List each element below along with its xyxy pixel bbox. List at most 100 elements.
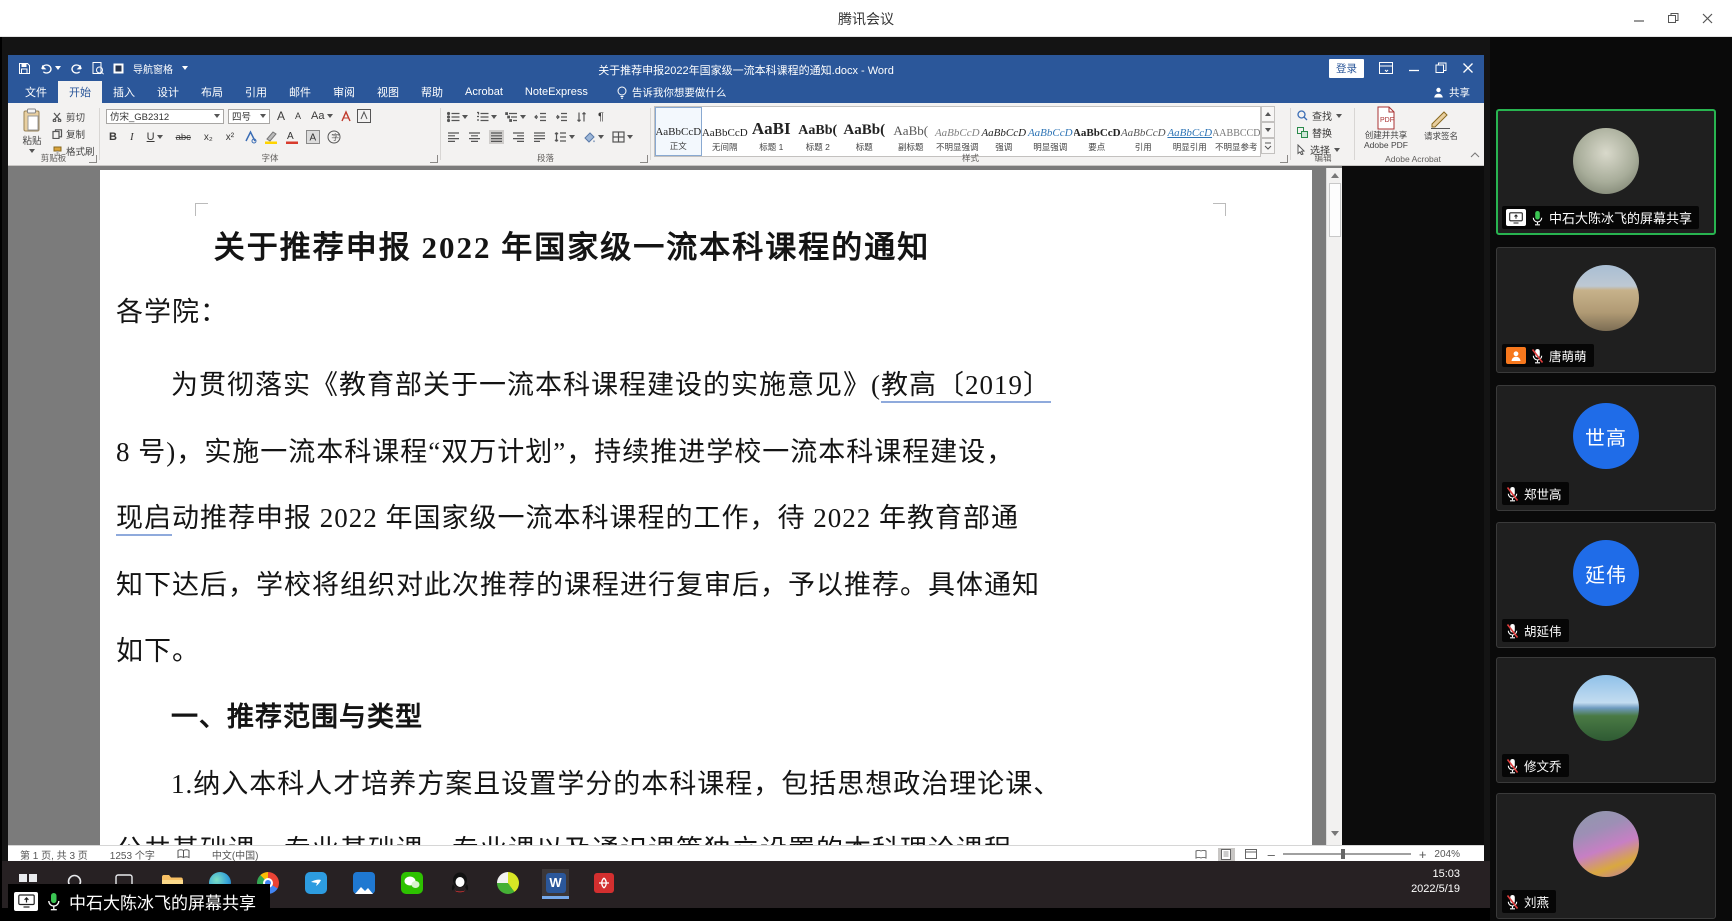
participant-tile[interactable]: 世高 郑世高 — [1496, 385, 1716, 511]
text-effects-icon[interactable] — [244, 130, 257, 144]
distribute-icon[interactable] — [533, 131, 546, 143]
zoom-slider-thumb[interactable] — [1340, 849, 1345, 859]
zoom-out-icon[interactable]: – — [1268, 847, 1275, 862]
create-pdf-button[interactable]: PDF 创建并共享 Adobe PDF — [1358, 106, 1414, 150]
wechat-icon[interactable] — [398, 869, 425, 896]
phonetic-guide-icon[interactable] — [340, 109, 353, 123]
tab-view[interactable]: 视图 — [366, 81, 410, 103]
page-indicator[interactable]: 第 1 页, 共 3 页 — [20, 847, 88, 862]
change-case-button[interactable]: Aa — [308, 108, 335, 124]
tab-layout[interactable]: 布局 — [190, 81, 234, 103]
italic-button[interactable]: I — [127, 129, 137, 145]
style-quote[interactable]: AaBbCcD 引用 — [1120, 107, 1167, 156]
ribbon-display-options-icon[interactable] — [1379, 62, 1393, 74]
borders-icon[interactable] — [612, 131, 633, 143]
style-title[interactable]: AaBb(标题 — [841, 107, 888, 156]
style-intense-quote[interactable]: AaBbCcD 明显引用 — [1167, 107, 1214, 156]
zoom-level[interactable]: 204% — [1434, 849, 1460, 860]
share-button[interactable]: 共享 — [1433, 81, 1484, 103]
tab-references[interactable]: 引用 — [234, 81, 278, 103]
word-restore-icon[interactable] — [1435, 62, 1447, 74]
proofing-icon[interactable] — [177, 849, 190, 859]
participant-tile[interactable]: 修文乔 — [1496, 657, 1716, 783]
tab-file[interactable]: 文件 — [14, 81, 58, 103]
style-strong[interactable]: AaBbCcD 要点 — [1074, 107, 1121, 156]
qat-customize-icon[interactable] — [182, 66, 188, 70]
web-layout-icon[interactable] — [1243, 848, 1260, 861]
language-indicator[interactable]: 中文(中国) — [212, 847, 259, 862]
minimize-icon[interactable] — [1622, 0, 1656, 36]
print-layout-icon[interactable] — [1217, 847, 1235, 861]
paragraph-dialog-launcher-icon[interactable] — [640, 155, 648, 163]
participant-tile[interactable]: 唐萌萌 — [1496, 247, 1716, 373]
numbering-icon[interactable] — [476, 111, 497, 123]
style-heading2[interactable]: AaBb(标题 2 — [795, 107, 842, 156]
subscript-button[interactable]: x₂ — [201, 129, 216, 145]
music-app-icon[interactable] — [494, 869, 521, 896]
tab-design[interactable]: 设计 — [146, 81, 190, 103]
style-intense-emphasis[interactable]: AaBbCcD 明显强调 — [1027, 107, 1074, 156]
style-normal[interactable]: AaBbCcD 正文 — [655, 107, 702, 156]
zoom-in-icon[interactable]: + — [1419, 847, 1427, 862]
word-close-icon[interactable] — [1462, 62, 1474, 74]
gallery-scroll-down-icon[interactable] — [1261, 122, 1275, 138]
tab-review[interactable]: 审阅 — [322, 81, 366, 103]
zoom-slider[interactable] — [1282, 849, 1411, 859]
read-mode-icon[interactable] — [1193, 848, 1210, 861]
participant-tile-sharer[interactable]: 中石大陈冰飞的屏幕共享 — [1496, 109, 1716, 235]
bold-button[interactable]: B — [106, 129, 120, 145]
tab-noteexpress[interactable]: NoteExpress — [514, 81, 599, 103]
tab-acrobat[interactable]: Acrobat — [454, 81, 514, 103]
word-taskbar-icon[interactable]: W — [542, 869, 569, 896]
align-center-icon[interactable] — [468, 131, 481, 143]
dingtalk-icon[interactable] — [302, 869, 329, 896]
copy-button[interactable]: 复制 — [52, 127, 95, 141]
paste-button[interactable]: 粘贴 — [16, 108, 48, 153]
tab-insert[interactable]: 插入 — [102, 81, 146, 103]
participant-tile[interactable]: 刘燕 — [1496, 793, 1716, 919]
nav-pane-checkbox[interactable] — [113, 63, 124, 74]
style-subtitle[interactable]: AaBb(副标题 — [888, 107, 935, 156]
taskbar-clock[interactable]: 15:03 2022/5/19 — [1411, 867, 1460, 897]
undo-icon[interactable] — [40, 63, 61, 74]
font-name-combo[interactable]: 仿宋_GB2312 — [106, 108, 224, 124]
align-right-icon[interactable] — [512, 131, 525, 143]
tab-mailings[interactable]: 邮件 — [278, 81, 322, 103]
char-border-icon[interactable] — [356, 109, 371, 123]
style-no-spacing[interactable]: AaBbCcD 无间隔 — [702, 107, 749, 156]
superscript-button[interactable]: x² — [223, 129, 237, 145]
style-subtle-emphasis[interactable]: AaBbCcD 不明显强调 — [934, 107, 981, 156]
collapse-ribbon-icon[interactable] — [1470, 151, 1480, 159]
tab-help[interactable]: 帮助 — [410, 81, 454, 103]
tell-me-box[interactable]: 告诉我你想要做什么 — [617, 81, 726, 103]
scroll-down-icon[interactable] — [1331, 831, 1339, 836]
replace-button[interactable]: 替换 — [1297, 125, 1342, 140]
enclose-char-icon[interactable]: 字 — [327, 130, 341, 144]
gallery-scroll-up-icon[interactable] — [1261, 106, 1275, 122]
font-size-combo[interactable]: 四号 — [228, 108, 270, 124]
acrobat-taskbar-icon[interactable] — [590, 869, 617, 896]
style-subtle-reference[interactable]: AABBCCD 不明显参考 — [1213, 107, 1260, 156]
word-minimize-icon[interactable] — [1408, 62, 1420, 74]
char-shading-icon[interactable]: A — [306, 130, 321, 144]
bullets-icon[interactable] — [447, 111, 468, 123]
tab-home[interactable]: 开始 — [58, 81, 102, 103]
decrease-indent-icon[interactable] — [534, 111, 547, 123]
sort-icon[interactable] — [576, 111, 587, 123]
multilevel-list-icon[interactable] — [505, 111, 526, 123]
find-button[interactable]: 查找 — [1297, 108, 1342, 123]
qq-icon[interactable] — [446, 869, 473, 896]
style-emphasis[interactable]: AaBbCcD 强调 — [981, 107, 1028, 156]
cut-button[interactable]: 剪切 — [52, 110, 95, 124]
clipboard-dialog-launcher-icon[interactable] — [89, 155, 97, 163]
align-justify-icon[interactable] — [489, 130, 504, 144]
request-signature-button[interactable]: 请求签名 — [1416, 106, 1466, 142]
styles-dialog-launcher-icon[interactable] — [1280, 155, 1288, 163]
scrollbar-thumb[interactable] — [1329, 183, 1341, 237]
word-count[interactable]: 1253 个字 — [110, 847, 155, 862]
style-heading1[interactable]: AaBI 标题 1 — [748, 107, 795, 156]
scroll-up-icon[interactable] — [1331, 173, 1339, 178]
login-button[interactable]: 登录 — [1329, 58, 1364, 78]
align-left-icon[interactable] — [447, 131, 460, 143]
participant-tile[interactable]: 延伟 胡延伟 — [1496, 522, 1716, 648]
